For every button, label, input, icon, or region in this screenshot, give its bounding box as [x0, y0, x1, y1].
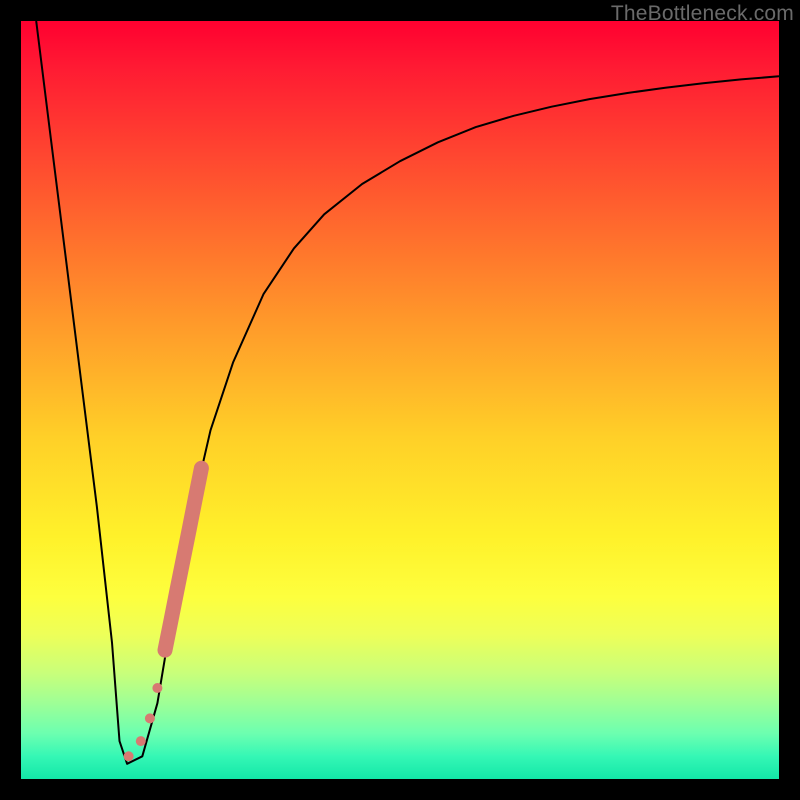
data-marker [124, 751, 134, 761]
curve-layer [21, 21, 779, 779]
data-marker-cluster [165, 468, 201, 650]
data-marker [145, 713, 155, 723]
data-marker [152, 683, 162, 693]
chart-frame: TheBottleneck.com [0, 0, 800, 800]
plot-area [21, 21, 779, 779]
bottleneck-curve [36, 21, 779, 764]
watermark-text: TheBottleneck.com [611, 2, 794, 26]
data-marker [136, 736, 146, 746]
